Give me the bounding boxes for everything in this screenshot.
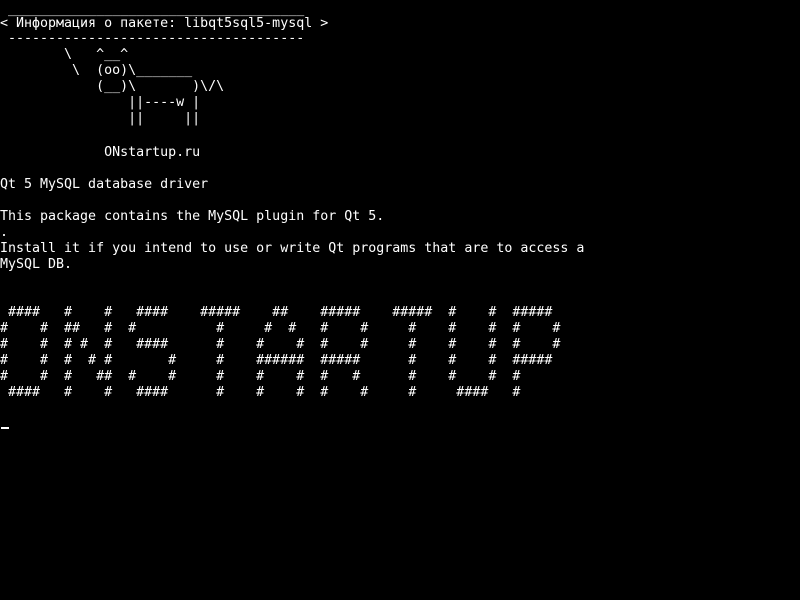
banner-row-1: #### # # #### ##### ## ##### ##### # # #…	[0, 305, 553, 320]
cow-ascii-line-2: \ (oo)\_______	[0, 63, 193, 78]
cowsay-speech-bubble: < Информация о пакете: libqt5sql5-mysql …	[0, 16, 329, 31]
package-description-line-2: Install it if you intend to use or write…	[0, 241, 585, 256]
cow-ascii-line-5: || ||	[0, 111, 201, 126]
cow-ascii-line-1: \ ^__^	[0, 47, 129, 62]
banner-row-4: # # # # # # # ###### ##### # # # #####	[0, 353, 553, 368]
banner-row-5: # # # ## # # # # # # # # # # #	[0, 369, 521, 384]
cow-ascii-line-4: ||----w |	[0, 95, 201, 110]
cowsay-border-bottom: -------------------------------------	[0, 31, 305, 46]
terminal-screen[interactable]: _____________________________________ < …	[0, 0, 800, 600]
site-label: ONstartup.ru	[0, 145, 201, 160]
banner-row-6: #### # # #### # # # # # # #### #	[0, 385, 521, 400]
banner-row-3: # # # # # #### # # # # # # # # # #	[0, 337, 561, 352]
banner-row-2: # # ## # # # # # # # # # # # #	[0, 321, 561, 336]
package-description-line-1: This package contains the MySQL plugin f…	[0, 209, 385, 224]
package-description-line-3: MySQL DB.	[0, 257, 73, 272]
cow-ascii-line-3: (__)\ )\/\	[0, 79, 225, 94]
text-cursor	[1, 427, 9, 429]
package-summary: Qt 5 MySQL database driver	[0, 177, 209, 192]
package-description-dot: .	[0, 225, 9, 240]
